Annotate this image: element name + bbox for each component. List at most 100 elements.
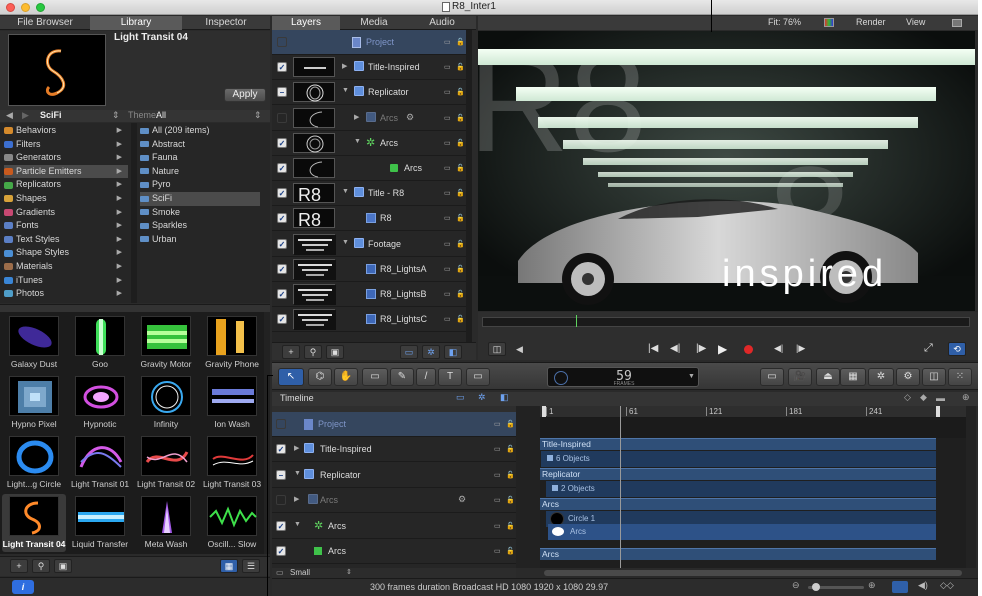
view-layouts-icon[interactable] [952,19,962,27]
library-thumbnail[interactable] [141,496,191,536]
folder-popup-arrows-icon[interactable]: ⇕ [112,110,120,121]
subfolder-item[interactable]: Nature [140,165,260,179]
add-layer-icon[interactable]: + [282,345,300,359]
category-item[interactable]: Shapes ▶ [4,192,128,206]
theme-popup[interactable]: All [156,110,166,120]
filters-icon[interactable]: ✲ [868,368,894,386]
create-camera-icon[interactable]: ▭ [760,368,784,386]
disclosure-right-icon[interactable]: ▶ [354,113,359,121]
show-masks-icon[interactable]: ◧ [444,345,462,359]
layers-search-icon[interactable]: ⚲ [304,345,322,359]
timeline-show-behaviors-icon[interactable]: ✲ [478,392,486,403]
layer-row[interactable]: Project ▭ 🔓 [272,30,472,55]
forward-arrow-icon[interactable]: ▶ [22,110,29,121]
tab-library[interactable]: Library [90,16,182,30]
timeline-row[interactable]: Project ▭ 🔓 [272,412,516,437]
layers-scrollbar[interactable] [466,30,472,342]
tab-audio[interactable]: Audio [408,16,476,30]
library-thumbnail[interactable] [75,376,125,416]
track-bar[interactable]: Arcs [540,498,936,510]
previous-keyframe-icon[interactable]: ◀| [774,343,783,354]
library-thumbnail[interactable] [207,436,257,476]
fit-popup[interactable]: Fit: 76% [768,17,801,27]
timeline-row[interactable]: ✓ Arcs ▭ 🔓 [272,539,516,564]
timeline-scroll-thumb[interactable] [544,570,962,576]
canvas-viewer[interactable]: R8 8 inspired [478,31,975,311]
timeline-row[interactable]: – ▼ Replicator ▭ 🔓 [272,463,516,488]
checkbox-empty[interactable] [277,112,287,123]
play-range-icon[interactable]: ◫ [488,342,506,356]
library-thumbnail[interactable] [75,436,125,476]
zoom-timeline-icon[interactable]: ⊕ [962,392,970,403]
track-bar[interactable]: Arcs [540,548,936,560]
timeline-row[interactable]: ✓ ▶ Title-Inspired ▭ 🔓 [272,437,516,463]
disclosure-right-icon[interactable]: ▶ [294,444,299,452]
go-to-start-icon[interactable]: |◀ [648,343,658,354]
library-thumbnail[interactable] [141,376,191,416]
layer-row[interactable]: – ▼ Replicator ▭ 🔓 [272,80,472,106]
tab-inspector[interactable]: Inspector [182,16,270,30]
category-item[interactable]: Replicators ▶ [4,178,128,192]
zoom-out-icon[interactable]: ⊖ [792,580,800,591]
fullscreen-icon[interactable]: ⤢ [924,342,933,355]
disclosure-down-icon[interactable]: ▼ [294,521,301,528]
transform-tool-icon[interactable]: ⌬ [308,368,332,386]
track-bar[interactable]: Replicator [540,468,936,480]
timeline-size-arrows-icon[interactable]: ⇕ [346,568,352,576]
category-item[interactable]: iTunes ▶ [4,274,128,288]
layer-row[interactable]: ✓ R8 R8 ▭ 🔓 [272,206,472,232]
audio-timeline-icon[interactable]: ▬ [936,393,945,403]
timeline-horizontal-scrollbar[interactable] [540,568,966,578]
back-arrow-icon[interactable]: ◀ [6,110,13,121]
render-popup[interactable]: Render [856,17,886,27]
lock-icon[interactable]: 🔓 [456,38,466,46]
disclosure-down-icon[interactable]: ▼ [294,470,301,477]
layer-visibility-checkbox[interactable]: – [277,87,287,98]
layer-row[interactable]: ✓ ▼ ✲ Arcs ▭ 🔓 [272,131,472,156]
text-tool-icon[interactable]: T [438,368,462,386]
next-keyframe-icon[interactable]: |▶ [796,343,805,354]
lock-icon[interactable]: 🔓 [506,496,516,504]
lock-icon[interactable]: 🔓 [506,522,516,530]
layer-row[interactable]: ✓ R8_LightsC ▭ 🔓 [272,307,472,333]
lock-icon[interactable]: 🔓 [456,290,466,298]
timeline-ruler[interactable]: 1 61 121 181 241 [540,406,966,418]
list-view-icon[interactable]: ☰ [242,559,260,573]
play-range-out-icon[interactable] [936,406,940,417]
track-sub-bar[interactable]: 2 Objects [546,481,936,497]
search-icon[interactable]: ⚲ [32,559,50,573]
layer-row[interactable]: ▶ Arcs ⚙ ▭ 🔓 [272,106,472,131]
timeline-scrollbar[interactable] [966,406,976,568]
timeline-row[interactable]: ✓ ▼ ✲ Arcs ▭ 🔓 [272,514,516,539]
layer-visibility-checkbox[interactable]: ✓ [277,62,287,73]
minimize-window-button[interactable] [21,3,30,12]
category-item[interactable]: Behaviors ▶ [4,124,128,138]
category-item[interactable]: Text Styles ▶ [4,233,128,247]
mini-playhead[interactable] [576,315,577,327]
lock-icon[interactable]: 🔓 [456,265,466,273]
library-thumbnail[interactable] [207,496,257,536]
category-item[interactable]: Photos ▶ [4,287,128,301]
timeline-show-masks-icon[interactable]: ◧ [500,392,509,403]
layer-row[interactable]: ✓ ▶ Title-Inspired ▭ 🔓 [272,55,472,81]
folder-popup[interactable]: SciFi [40,110,62,120]
zoom-window-button[interactable] [36,3,45,12]
add-camera-icon[interactable]: 🎥 [788,368,812,386]
layer-visibility-checkbox[interactable]: ✓ [277,163,287,173]
view-popup[interactable]: View [906,17,925,27]
layer-row[interactable]: ✓ R8_LightsA ▭ 🔓 [272,257,472,282]
lock-icon[interactable]: 🔓 [456,315,466,323]
layer-visibility-checkbox[interactable]: ✓ [277,137,287,148]
layer-row[interactable]: ✓ R8 ▼ Title - R8 ▭ 🔓 [272,181,472,207]
show-timeline-icon[interactable] [892,581,908,593]
disclosure-down-icon[interactable]: ▼ [354,138,361,145]
lock-icon[interactable]: 🔓 [506,547,516,555]
layer-visibility-checkbox[interactable]: ✓ [277,263,287,274]
category-item[interactable]: Particle Emitters ▶ [4,164,128,179]
show-behaviors-icon[interactable]: ✲ [422,345,440,359]
subfolder-item[interactable]: Sparkles [140,219,260,233]
subfolder-item[interactable]: Pyro [140,178,260,192]
layer-row[interactable]: ✓ ▼ Footage ▭ 🔓 [272,232,472,257]
pan-tool-icon[interactable]: ✋ [334,368,358,386]
category-item[interactable]: Filters ▶ [4,138,128,152]
